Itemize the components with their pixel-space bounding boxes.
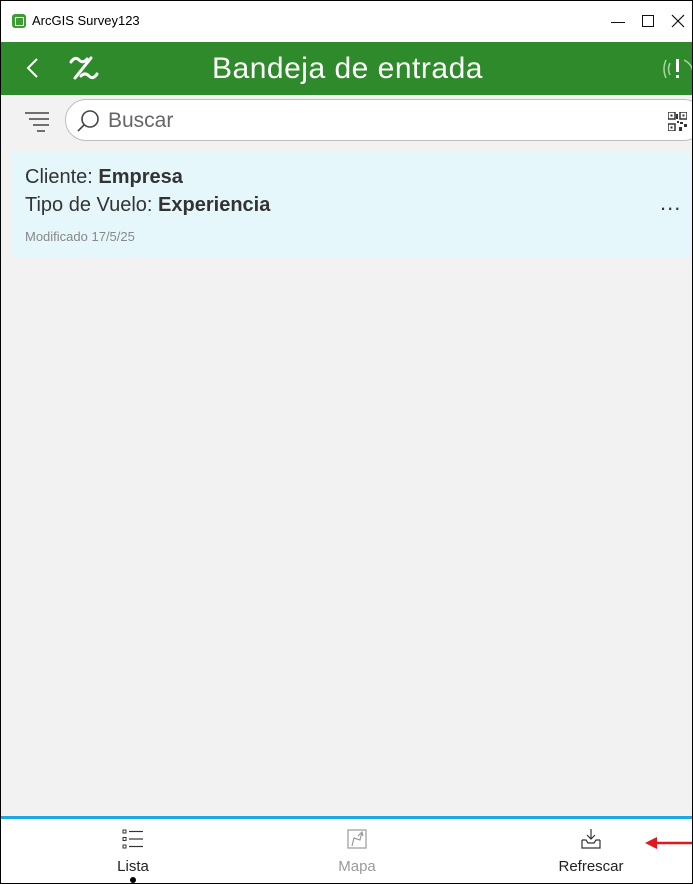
tab-lista[interactable]: Lista — [93, 819, 173, 883]
active-tab-indicator — [130, 877, 136, 883]
qr-code-icon[interactable] — [668, 112, 687, 131]
close-button[interactable] — [663, 7, 692, 35]
tab-refrescar-label: Refrescar — [558, 858, 624, 875]
maximize-button[interactable] — [633, 7, 663, 35]
bottom-nav: Lista Mapa Refrescar — [1, 819, 692, 883]
search-box[interactable] — [65, 99, 692, 141]
filter-icon[interactable] — [23, 107, 51, 135]
survey-list: Cliente: Empresa Tipo de Vuelo: Experien… — [1, 152, 692, 816]
tab-mapa[interactable]: Mapa — [317, 819, 397, 883]
map-icon — [347, 829, 367, 849]
maximize-icon — [642, 15, 654, 27]
tipo-vuelo-label: Tipo de Vuelo: — [25, 194, 159, 216]
tab-lista-label: Lista — [117, 858, 149, 875]
item-cliente: Cliente: Empresa — [25, 166, 183, 189]
red-arrow-icon — [645, 837, 692, 849]
app-window: ArcGIS Survey123 Bandeja de entrada Busc… — [0, 0, 693, 884]
title-bar: ArcGIS Survey123 — [1, 0, 692, 42]
search-icon — [77, 110, 99, 132]
inbox-download-icon — [581, 829, 601, 849]
modified-date: Modificado 17/5/25 — [25, 229, 135, 244]
location-status-icon[interactable] — [662, 54, 693, 84]
tipo-vuelo-value: Experiencia — [158, 194, 271, 216]
more-options-icon[interactable]: ... — [660, 190, 692, 215]
app-header: Bandeja de entrada — [1, 42, 693, 95]
cliente-value: Empresa — [98, 166, 183, 188]
close-icon — [671, 14, 685, 28]
minimize-icon — [611, 22, 625, 23]
item-tipo-vuelo: Tipo de Vuelo: Experiencia — [25, 194, 270, 217]
cliente-label: Cliente: — [25, 166, 99, 188]
search-input[interactable] — [108, 106, 648, 136]
window-title: ArcGIS Survey123 — [32, 13, 140, 28]
search-row — [1, 95, 692, 147]
list-item[interactable]: Cliente: Empresa Tipo de Vuelo: Experien… — [11, 152, 692, 257]
page-title: Bandeja de entrada — [212, 52, 483, 85]
list-icon — [122, 829, 143, 849]
tab-refrescar[interactable]: Refrescar — [541, 819, 641, 883]
minimize-button[interactable] — [603, 7, 633, 35]
survey123-app-icon — [12, 14, 26, 28]
tab-mapa-label: Mapa — [338, 858, 376, 875]
